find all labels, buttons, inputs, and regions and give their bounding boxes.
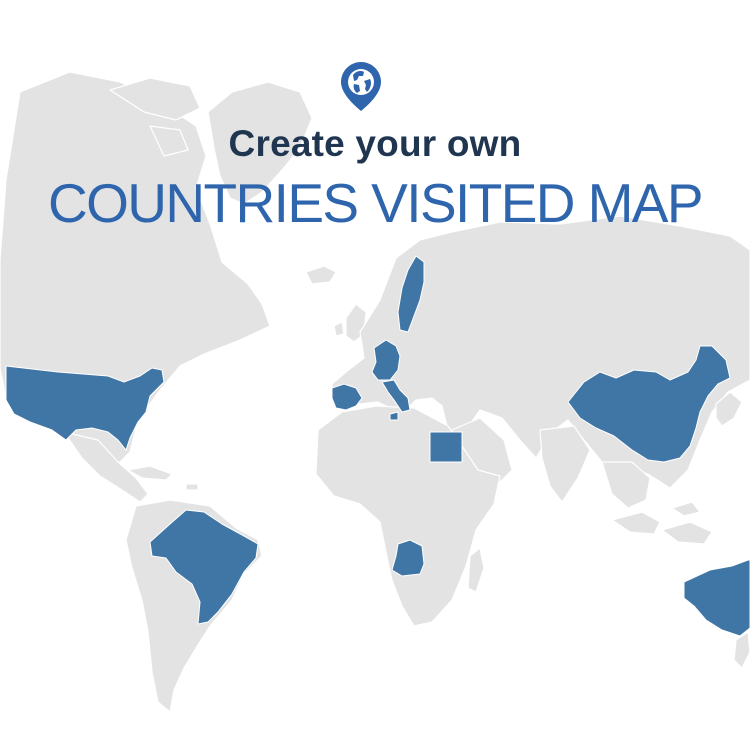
map-poster: Create your own COUNTRIES VISITED MAP — [0, 0, 750, 750]
land-indonesia — [611, 501, 713, 545]
visited-country-australia[interactable] — [683, 559, 750, 637]
land-madagascar — [467, 547, 485, 593]
visited-country-egypt[interactable] — [429, 431, 463, 463]
world-map — [0, 71, 750, 713]
land-iceland — [305, 265, 337, 285]
page-subtitle: Create your own — [228, 123, 522, 164]
land-new-zealand — [733, 631, 750, 669]
page-title: COUNTRIES VISITED MAP — [48, 172, 704, 234]
globe-location-pin-icon — [333, 60, 389, 112]
